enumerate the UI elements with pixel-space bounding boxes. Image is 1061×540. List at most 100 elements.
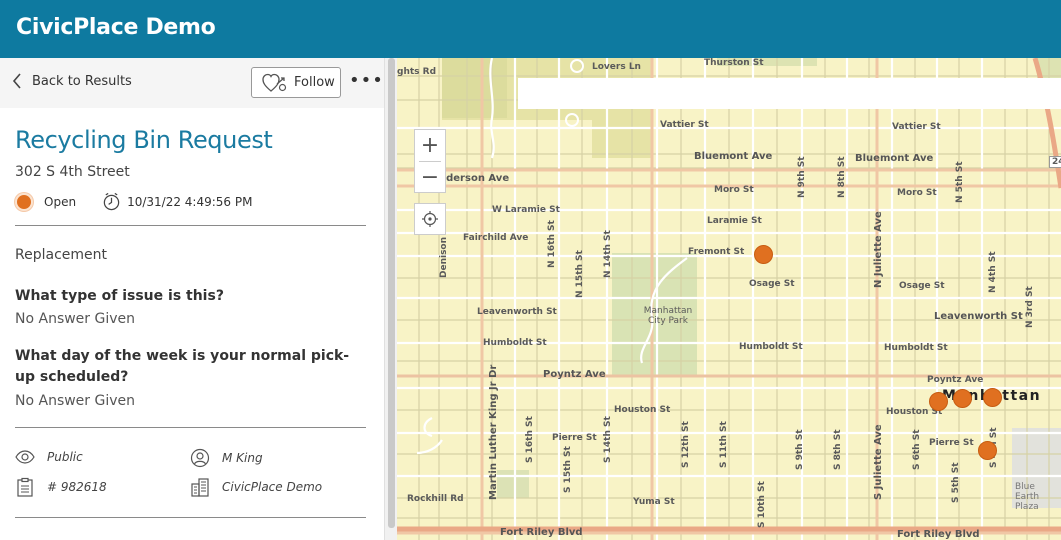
details-panel: Back to Results Follow ••• Recycling Bin… bbox=[0, 58, 384, 540]
street-label: N 4th St bbox=[988, 251, 998, 293]
street-label: S Juliette Ave bbox=[873, 424, 884, 500]
street-label: Osage St bbox=[899, 281, 945, 291]
street-label: nderson Ave bbox=[439, 173, 510, 184]
divider bbox=[15, 427, 366, 428]
street-label: Humboldt St bbox=[739, 342, 803, 352]
scrollbar-thumb[interactable] bbox=[388, 58, 395, 528]
zoom-control: + − bbox=[414, 129, 446, 193]
map-pin[interactable] bbox=[929, 392, 948, 411]
map-pin[interactable] bbox=[953, 389, 972, 408]
app-header: CivicPlace Demo bbox=[0, 0, 1061, 58]
request-id-meta: # 982618 bbox=[15, 477, 107, 497]
street-label: ghts Rd bbox=[397, 67, 437, 77]
street-label: Rockhill Rd bbox=[407, 494, 464, 504]
assignee-meta: M King bbox=[190, 448, 263, 468]
street-label: S 9th St bbox=[795, 429, 805, 470]
street-label: N 15th St bbox=[575, 250, 585, 298]
street-label: Yuma St bbox=[633, 497, 675, 507]
street-label: Poyntz Ave bbox=[927, 375, 984, 385]
divider bbox=[15, 225, 366, 226]
street-label: S 14th St bbox=[603, 416, 613, 463]
assignee-text: M King bbox=[222, 451, 263, 465]
street-label: Bluemont Ave bbox=[855, 153, 934, 164]
street-label: N 14th St bbox=[603, 230, 613, 278]
street-label: Pierre St bbox=[929, 438, 974, 448]
street-label: Thurston St bbox=[704, 58, 764, 68]
street-label: Laramie St bbox=[707, 216, 762, 226]
street-label: Moro St bbox=[897, 188, 937, 198]
more-options-button[interactable]: ••• bbox=[349, 70, 383, 94]
street-label: Humboldt St bbox=[884, 343, 948, 353]
highway-shield-icon: 24 bbox=[1049, 156, 1061, 168]
status-row: Open 10/31/22 4:49:56 PM bbox=[15, 192, 252, 211]
street-label: Osage St bbox=[749, 279, 795, 289]
follow-button[interactable]: Follow bbox=[251, 67, 341, 98]
user-icon bbox=[190, 448, 210, 468]
street-label: S 6th St bbox=[912, 429, 922, 470]
street-label: Poyntz Ave bbox=[543, 369, 606, 380]
crosshair-icon bbox=[422, 211, 438, 227]
street-label: Leavenworth St bbox=[934, 311, 1023, 322]
street-label: Denison bbox=[439, 236, 449, 278]
map-view[interactable]: ghts Rd Lovers Ln Thurston St Vattier St… bbox=[397, 58, 1061, 540]
park-label: Manhattan City Park bbox=[643, 306, 693, 326]
eye-icon bbox=[15, 450, 35, 464]
map-pin[interactable] bbox=[978, 441, 997, 460]
chevron-left-icon bbox=[12, 73, 21, 89]
street-label: Martin Luther King Jr Dr bbox=[488, 364, 499, 500]
street-label: Humboldt St bbox=[483, 338, 547, 348]
organization-meta: CivicPlace Demo bbox=[190, 477, 322, 497]
locate-button[interactable] bbox=[414, 203, 446, 235]
street-label: S 15th St bbox=[563, 446, 573, 493]
status-text: Open bbox=[44, 194, 77, 209]
street-label: Fort Riley Blvd bbox=[500, 527, 583, 538]
street-label: N 5th St bbox=[955, 161, 965, 203]
panel-scrollbar[interactable] bbox=[384, 58, 397, 540]
zoom-out-button[interactable]: − bbox=[415, 162, 445, 193]
back-to-results-link[interactable]: Back to Results bbox=[12, 73, 132, 89]
street-label: S 11th St bbox=[719, 421, 729, 468]
street-label: Leavenworth St bbox=[477, 307, 557, 317]
street-label: Houston St bbox=[614, 405, 671, 415]
street-label: W Laramie St bbox=[492, 205, 560, 215]
street-label: S 10th St bbox=[757, 481, 767, 528]
app-title: CivicPlace Demo bbox=[16, 15, 216, 40]
street-label: Fort Riley Blvd bbox=[897, 529, 980, 540]
map-pin[interactable] bbox=[754, 245, 773, 264]
street-label: S 16th St bbox=[525, 416, 535, 463]
follow-label: Follow bbox=[294, 75, 335, 90]
request-title: Recycling Bin Request bbox=[15, 126, 273, 154]
street-label: N Juliette Ave bbox=[873, 211, 884, 288]
visibility-text: Public bbox=[47, 450, 83, 464]
street-label: N 9th St bbox=[797, 156, 807, 198]
question-label: What type of issue is this? bbox=[15, 288, 224, 304]
street-label: Moro St bbox=[714, 185, 754, 195]
street-label: Bluemont Ave bbox=[694, 151, 773, 162]
timestamp: 10/31/22 4:49:56 PM bbox=[127, 194, 253, 209]
request-id-text: # 982618 bbox=[47, 480, 107, 494]
street-label: S 12th St bbox=[681, 421, 691, 468]
street-label: Fremont St bbox=[688, 247, 745, 257]
street-label: S 8th St bbox=[833, 429, 843, 470]
map-search-bar[interactable] bbox=[518, 78, 1061, 109]
request-category: Replacement bbox=[15, 247, 107, 263]
clock-icon bbox=[103, 192, 120, 211]
building-icon bbox=[191, 478, 209, 497]
request-address: 302 S 4th Street bbox=[15, 164, 130, 180]
question-label: What day of the week is your normal pick… bbox=[15, 348, 350, 385]
map-pin[interactable] bbox=[983, 388, 1002, 407]
question-answer: No Answer Given bbox=[15, 311, 136, 327]
organization-text: CivicPlace Demo bbox=[222, 480, 323, 494]
status-indicator-icon bbox=[15, 192, 33, 211]
street-label: N 8th St bbox=[837, 156, 847, 198]
question-answer: No Answer Given bbox=[15, 393, 136, 409]
street-label: S 5th St bbox=[951, 462, 961, 503]
street-label: Vattier St bbox=[892, 122, 941, 132]
street-label: Pierre St bbox=[552, 433, 597, 443]
divider bbox=[15, 517, 366, 518]
visibility-meta: Public bbox=[15, 450, 83, 464]
clipboard-icon bbox=[17, 477, 33, 497]
zoom-in-button[interactable]: + bbox=[415, 130, 445, 161]
panel-nav-bar: Back to Results Follow ••• bbox=[0, 58, 384, 108]
heart-icon bbox=[262, 73, 287, 92]
